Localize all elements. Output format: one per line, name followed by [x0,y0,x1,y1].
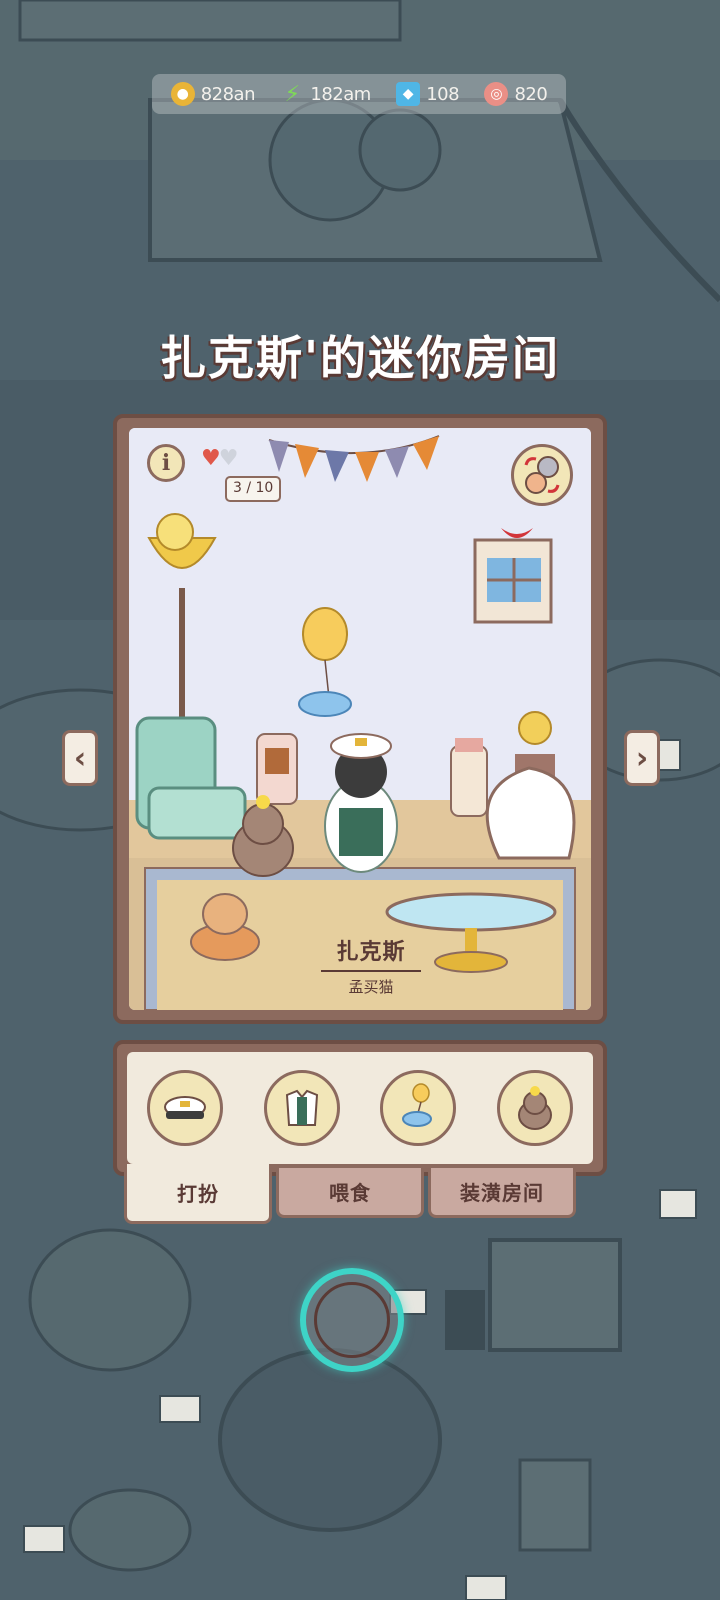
room-frame: i ♥♥ 3 / 10 扎克斯 孟买猫 [113,414,607,1024]
prev-room-button[interactable]: ‹ [62,730,98,786]
tab-decorate-label: 装潢房间 [460,1181,544,1205]
tab-decorate[interactable]: 装潢房间 [428,1168,576,1218]
yarn-counter[interactable]: ◎ 820 [484,82,548,106]
outfit-items [127,1052,593,1164]
energy-counter[interactable]: ⚡ 182am [280,81,372,107]
cat-name: 扎克斯 [336,940,406,965]
tab-feed[interactable]: 喂食 [276,1168,424,1218]
switch-cat-button[interactable] [511,444,573,506]
currency-bar: ● 828an ⚡ 182am ◆ 108 ◎ 820 [152,74,566,114]
heart-meter: ♥♥ [201,446,239,471]
coat-icon [285,1089,318,1126]
room-title: 扎克斯'的迷你房间 [159,331,561,385]
chevron-left-icon: ‹ [73,740,87,776]
cat-breed: 孟买猫 [348,978,394,996]
coin-counter[interactable]: ● 828an [170,82,256,106]
item-puppy[interactable] [496,1070,573,1146]
cat-name-tag: 扎克斯 孟买猫 [311,934,431,997]
tab-dress-up-label: 打扮 [177,1182,219,1206]
heart-empty-icon: ♥ [218,446,239,471]
energy-value: 182am [310,83,371,105]
item-balloon-dog[interactable] [380,1070,457,1146]
action-tabs: 打扮 喂食 装潢房间 [124,1164,596,1224]
yarn-icon: ◎ [484,82,509,106]
chevron-right-icon: › [635,740,649,776]
puppy-icon [517,1086,552,1130]
gem-counter[interactable]: ◆ 108 [396,82,460,106]
lightning-icon: ⚡ [284,81,301,107]
info-icon: i [161,450,171,476]
room-illustration [129,428,591,1010]
coin-value: 828an [200,83,256,105]
tab-feed-label: 喂食 [329,1181,371,1205]
cat-swap-icon [524,456,560,494]
next-room-button[interactable]: › [624,730,660,786]
tab-dress-up[interactable]: 打扮 [124,1164,272,1224]
balloon-dog-icon [402,1083,433,1127]
yarn-value: 820 [514,83,548,105]
outfit-panel [113,1040,607,1176]
captain-hat-icon [164,1096,207,1119]
item-captain-hat[interactable] [147,1070,224,1146]
heart-filled-icon: ♥ [201,446,221,471]
room-scene: i ♥♥ 3 / 10 扎克斯 孟买猫 [129,428,591,1010]
love-count: 3 / 10 [225,476,282,502]
gem-icon: ◆ [396,82,421,106]
item-captain-coat[interactable] [263,1070,340,1146]
name-divider [321,970,421,972]
coin-icon: ● [170,82,195,106]
home-button[interactable] [300,1268,404,1372]
info-button[interactable]: i [147,444,185,482]
gem-value: 108 [426,83,460,105]
